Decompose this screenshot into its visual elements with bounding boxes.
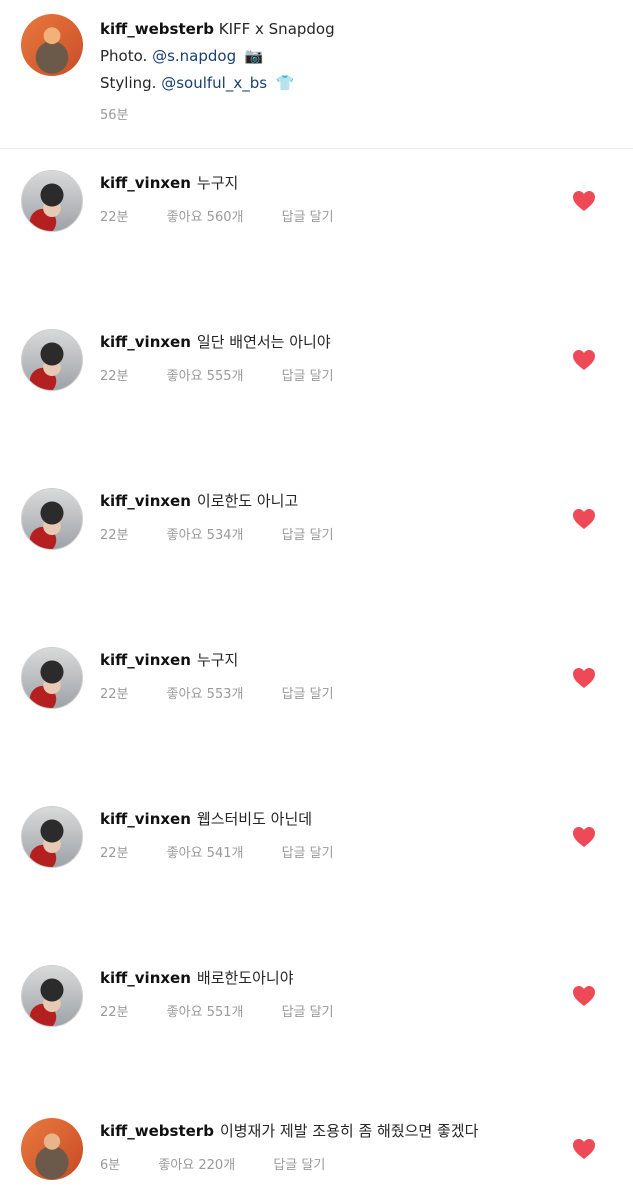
divider [0, 148, 633, 149]
reply-button[interactable]: 답글 달기 [273, 1158, 325, 1173]
commenter-avatar[interactable] [21, 329, 83, 391]
comment-text: kiff_vinxen 이로한도 아니고 [100, 490, 298, 511]
reply-button[interactable]: 답글 달기 [282, 210, 334, 225]
commenter-avatar[interactable] [21, 806, 83, 868]
comment-likes[interactable]: 좋아요 553개 [167, 687, 244, 702]
comment-likes[interactable]: 좋아요 534개 [167, 528, 244, 543]
comment-item: kiff_vinxen 이로한도 아니고 22분 좋아요 534개 답글 달기 [0, 488, 633, 568]
comment-body: 웹스터비도 아닌데 [196, 810, 313, 828]
comment-username[interactable]: kiff_vinxen [100, 174, 191, 192]
styling-mention[interactable]: @soulful_x_bs [161, 74, 267, 92]
comment-item: kiff_vinxen 웹스터비도 아닌데 22분 좋아요 541개 답글 달기 [0, 806, 633, 886]
comment-username[interactable]: kiff_vinxen [100, 492, 191, 510]
photo-label: Photo. [100, 47, 148, 65]
comment-body: 누구지 [196, 174, 239, 192]
reply-button[interactable]: 답글 달기 [282, 687, 334, 702]
comment-item: kiff_vinxen 누구지 22분 좋아요 553개 답글 달기 [0, 647, 633, 727]
comment-item: kiff_vinxen 누구지 22분 좋아요 560개 답글 달기 [0, 170, 633, 250]
comment-text: kiff_websterb 이병재가 제발 조용히 좀 해줬으면 좋겠다 [100, 1120, 478, 1141]
post-caption: kiff_websterb KIFF x Snapdog Photo. @s.n… [0, 0, 633, 148]
comment-text: kiff_vinxen 일단 배연서는 아니야 [100, 331, 331, 352]
heart-icon[interactable] [572, 826, 596, 848]
comment-item: kiff_websterb 이병재가 제발 조용히 좀 해줬으면 좋겠다 6분 좋… [0, 1118, 633, 1198]
comment-likes[interactable]: 좋아요 560개 [167, 210, 244, 225]
tshirt-icon: 👕 [275, 74, 295, 92]
styling-label: Styling. [100, 74, 157, 92]
comment-meta: 22분 좋아요 541개 답글 달기 [100, 842, 368, 861]
comment-meta: 22분 좋아요 560개 답글 달기 [100, 206, 368, 225]
comment-meta: 22분 좋아요 534개 답글 달기 [100, 524, 368, 543]
reply-button[interactable]: 답글 달기 [282, 528, 334, 543]
comment-likes[interactable]: 좋아요 555개 [167, 369, 244, 384]
comment-item: kiff_vinxen 배로한도아니야 22분 좋아요 551개 답글 달기 [0, 965, 633, 1045]
comment-body: 이병재가 제발 조용히 좀 해줬으면 좋겠다 [219, 1122, 479, 1140]
heart-icon[interactable] [572, 1138, 596, 1160]
comment-time: 22분 [100, 210, 129, 225]
heart-icon[interactable] [572, 190, 596, 212]
comment-meta: 22분 좋아요 551개 답글 달기 [100, 1001, 368, 1020]
comment-body: 이로한도 아니고 [196, 492, 299, 510]
comment-body: 배로한도아니야 [196, 969, 294, 987]
caption-username[interactable]: kiff_websterb [100, 20, 214, 38]
comment-body: 일단 배연서는 아니야 [196, 333, 331, 351]
reply-button[interactable]: 답글 달기 [282, 369, 334, 384]
comment-text: kiff_vinxen 웹스터비도 아닌데 [100, 808, 312, 829]
comment-body: 누구지 [196, 651, 239, 669]
reply-button[interactable]: 답글 달기 [282, 1005, 334, 1020]
comment-meta: 6분 좋아요 220개 답글 달기 [100, 1154, 359, 1173]
commenter-avatar[interactable] [21, 965, 83, 1027]
comment-username[interactable]: kiff_vinxen [100, 810, 191, 828]
caption-title: KIFF x Snapdog [218, 20, 335, 38]
comment-username[interactable]: kiff_vinxen [100, 651, 191, 669]
comment-likes[interactable]: 좋아요 551개 [167, 1005, 244, 1020]
reply-button[interactable]: 답글 달기 [282, 846, 334, 861]
heart-icon[interactable] [572, 508, 596, 530]
commenter-avatar[interactable] [21, 647, 83, 709]
comment-time: 22분 [100, 369, 129, 384]
comment-username[interactable]: kiff_vinxen [100, 969, 191, 987]
commenter-avatar[interactable] [21, 1118, 83, 1180]
comment-username[interactable]: kiff_websterb [100, 1122, 214, 1140]
comment-time: 22분 [100, 1005, 129, 1020]
heart-icon[interactable] [572, 349, 596, 371]
author-avatar[interactable] [21, 14, 83, 76]
comment-meta: 22분 좋아요 553개 답글 달기 [100, 683, 368, 702]
photo-mention[interactable]: @s.napdog [152, 47, 236, 65]
caption-time: 56분 [100, 108, 129, 123]
comment-meta: 22분 좋아요 555개 답글 달기 [100, 365, 368, 384]
heart-icon[interactable] [572, 667, 596, 689]
commenter-avatar[interactable] [21, 488, 83, 550]
comment-username[interactable]: kiff_vinxen [100, 333, 191, 351]
comment-time: 22분 [100, 528, 129, 543]
comment-text: kiff_vinxen 누구지 [100, 172, 238, 193]
camera-icon: 📷 [244, 47, 264, 65]
comment-text: kiff_vinxen 누구지 [100, 649, 238, 670]
commenter-avatar[interactable] [21, 170, 83, 232]
heart-icon[interactable] [572, 985, 596, 1007]
comment-time: 6분 [100, 1158, 121, 1173]
comment-time: 22분 [100, 687, 129, 702]
comment-likes[interactable]: 좋아요 541개 [167, 846, 244, 861]
comment-time: 22분 [100, 846, 129, 861]
comment-text: kiff_vinxen 배로한도아니야 [100, 967, 294, 988]
comment-likes[interactable]: 좋아요 220개 [158, 1158, 235, 1173]
caption-text: kiff_websterb KIFF x Snapdog Photo. @s.n… [100, 16, 335, 97]
comment-item: kiff_vinxen 일단 배연서는 아니야 22분 좋아요 555개 답글 달… [0, 329, 633, 409]
